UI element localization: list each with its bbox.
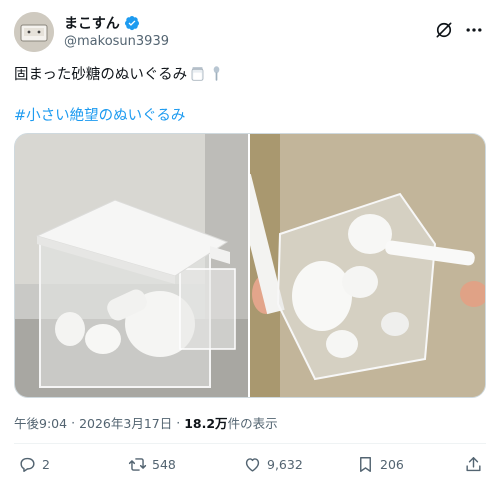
- divider: [14, 443, 486, 444]
- user-names: まこすん @makosun3939: [64, 13, 169, 49]
- spoon-emoji-icon: [213, 66, 220, 81]
- action-bar: 2 548 9,632 206: [14, 452, 486, 476]
- more-options-icon[interactable]: [464, 20, 484, 40]
- photo-sugar-container-closed[interactable]: [15, 134, 248, 397]
- post-time[interactable]: 午後9:04: [14, 413, 67, 432]
- like-button[interactable]: 9,632: [243, 452, 303, 476]
- grok-icon[interactable]: [434, 20, 454, 40]
- post-date[interactable]: 2026年3月17日: [79, 413, 172, 432]
- hashtag-link[interactable]: #小さい絶望のぬいぐるみ: [14, 104, 185, 125]
- avatar[interactable]: [14, 12, 54, 52]
- bookmark-count: 206: [380, 456, 404, 472]
- tweet-meta: 午後9:04 · 2026年3月17日 · 18.2万 件の表示: [14, 413, 278, 432]
- bookmark-button[interactable]: 206: [356, 452, 404, 476]
- views-label: 件の表示: [227, 416, 278, 431]
- meta-separator-2: ·: [176, 415, 181, 430]
- tweet-text: 固まった砂糖のぬいぐるみ: [14, 63, 225, 84]
- share-icon: [466, 456, 481, 471]
- share-button[interactable]: [464, 452, 483, 476]
- reply-count: 2: [42, 456, 50, 472]
- photo-sugar-container-open[interactable]: [250, 134, 485, 397]
- display-name[interactable]: まこすん: [64, 13, 120, 33]
- verified-badge-icon: [124, 15, 139, 30]
- tweet-body: 固まった砂糖のぬいぐるみ: [14, 67, 188, 83]
- media-grid: [14, 133, 486, 398]
- like-count: 9,632: [267, 456, 303, 472]
- meta-separator-1: ·: [71, 415, 76, 430]
- sugar-jar-emoji-icon: [191, 67, 204, 81]
- views-count: 18.2万: [184, 416, 228, 431]
- heart-icon: [245, 457, 260, 472]
- retweet-count: 548: [152, 456, 176, 472]
- retweet-button[interactable]: 548: [128, 452, 176, 476]
- retweet-icon: [128, 457, 147, 471]
- reply-button[interactable]: 2: [18, 452, 50, 476]
- bookmark-icon: [360, 456, 371, 472]
- user-handle[interactable]: @makosun3939: [64, 34, 169, 49]
- tweet-header: まこすん @makosun3939: [14, 12, 486, 52]
- reply-icon: [20, 457, 35, 472]
